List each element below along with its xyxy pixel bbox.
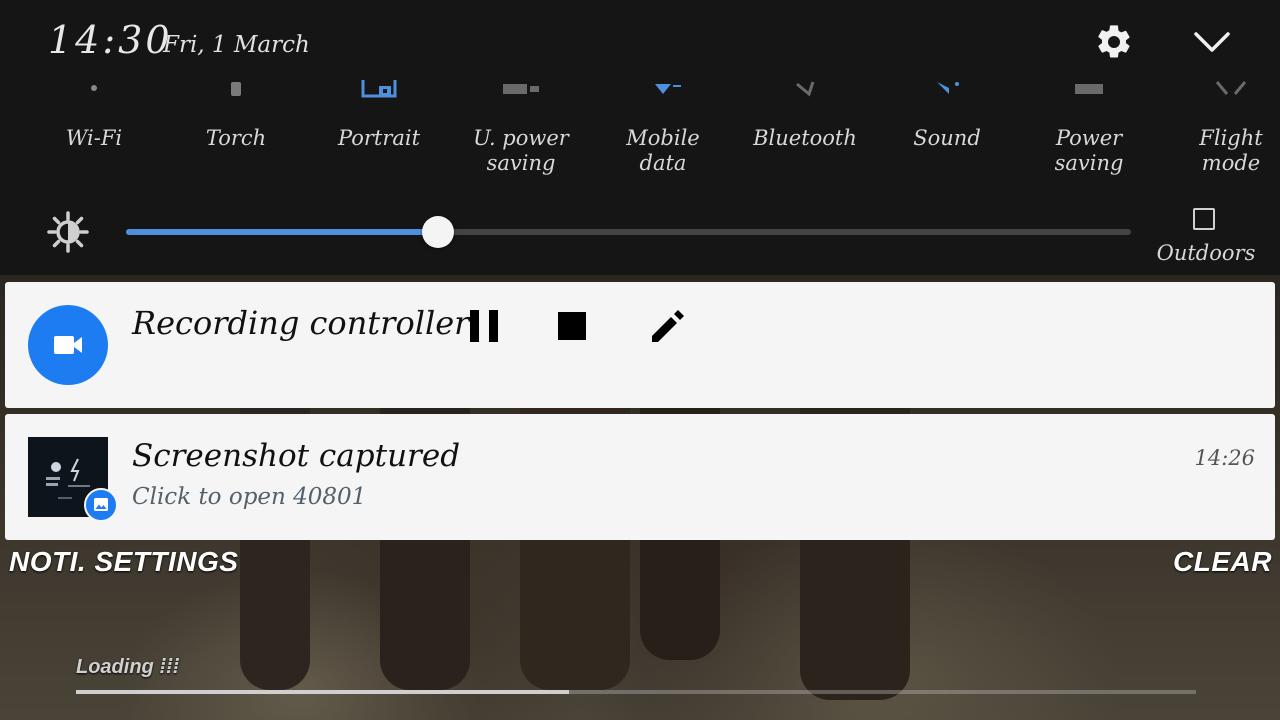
portrait-lock-icon: [361, 80, 397, 98]
toggle-power-saving[interactable]: Power saving: [1029, 78, 1149, 176]
screenshot-title: Screenshot captured: [132, 438, 461, 474]
wifi-icon: [91, 85, 97, 91]
recording-controller-notification[interactable]: Recording controller: [5, 282, 1275, 408]
loading-progress-fill: [76, 690, 569, 694]
loading-dots-icon: ⁞⁞⁞: [159, 656, 180, 678]
loading-text: Loading: [76, 656, 154, 678]
pause-icon[interactable]: [464, 306, 504, 346]
outdoors-checkbox[interactable]: [1193, 208, 1215, 230]
toggle-label: Flight mode: [1199, 126, 1263, 175]
recording-app-icon: [28, 305, 108, 385]
mobile-data-icon: [655, 84, 681, 94]
toggle-label: Wi-Fi: [65, 126, 123, 150]
toggle-bluetooth[interactable]: Bluetooth: [745, 78, 865, 151]
screenshot-subtitle: Click to open 40801: [132, 484, 367, 510]
brightness-slider-thumb[interactable]: [421, 216, 454, 248]
toggle-label: Power saving: [1054, 126, 1124, 175]
loading-progress-bar: [76, 690, 1196, 694]
toggle-portrait[interactable]: Portrait: [319, 78, 439, 151]
image-icon: [94, 498, 108, 511]
screenshot-notification[interactable]: Screenshot captured Click to open 40801 …: [5, 414, 1275, 540]
toggle-label: Torch: [205, 126, 267, 150]
gallery-badge: [84, 488, 118, 522]
status-time: 14:30: [48, 18, 173, 62]
torch-icon: [231, 82, 241, 96]
power-saving-icon: [1075, 84, 1103, 94]
noti-settings-button[interactable]: NOTI. SETTINGS: [9, 546, 238, 578]
toggle-wifi[interactable]: Wi-Fi: [34, 78, 154, 151]
toggle-flight-mode[interactable]: Flight mode: [1171, 78, 1280, 176]
toggle-label: Portrait: [337, 126, 421, 150]
toggle-mobile-data[interactable]: Mobile data: [603, 78, 723, 176]
bluetooth-icon: [796, 81, 815, 97]
brightness-slider[interactable]: [126, 216, 1131, 248]
settings-gear-icon[interactable]: [1094, 22, 1134, 62]
toggle-label: Sound: [913, 126, 981, 150]
toggle-label: Bluetooth: [753, 126, 857, 150]
sound-icon: [937, 82, 959, 94]
flight-mode-icon: [1215, 81, 1247, 95]
toggle-ultra-power-saving[interactable]: U. power saving: [461, 78, 581, 176]
toggle-sound[interactable]: Sound: [887, 78, 1007, 151]
chevron-down-icon[interactable]: [1192, 28, 1232, 58]
toggle-label: Mobile data: [626, 126, 700, 175]
ultra-power-saving-icon: [503, 84, 539, 94]
brightness-icon: [47, 211, 89, 253]
status-date: Fri, 1 March: [163, 32, 310, 58]
quick-settings-panel: 14:30 Fri, 1 March Wi-Fi Torch Portrait …: [0, 0, 1280, 275]
outdoors-label: Outdoors: [1156, 241, 1256, 265]
toggle-label: U. power saving: [473, 126, 569, 175]
video-camera-icon: [54, 336, 82, 354]
screenshot-time: 14:26: [1194, 446, 1255, 470]
recording-title: Recording controller: [132, 304, 470, 342]
loading-label: Loading ⁞⁞⁞: [76, 656, 179, 679]
stop-icon[interactable]: [552, 306, 592, 346]
edit-icon[interactable]: [648, 306, 688, 346]
clear-button[interactable]: CLEAR: [1173, 546, 1272, 578]
toggle-torch[interactable]: Torch: [176, 78, 296, 151]
brightness-slider-fill: [126, 229, 438, 235]
